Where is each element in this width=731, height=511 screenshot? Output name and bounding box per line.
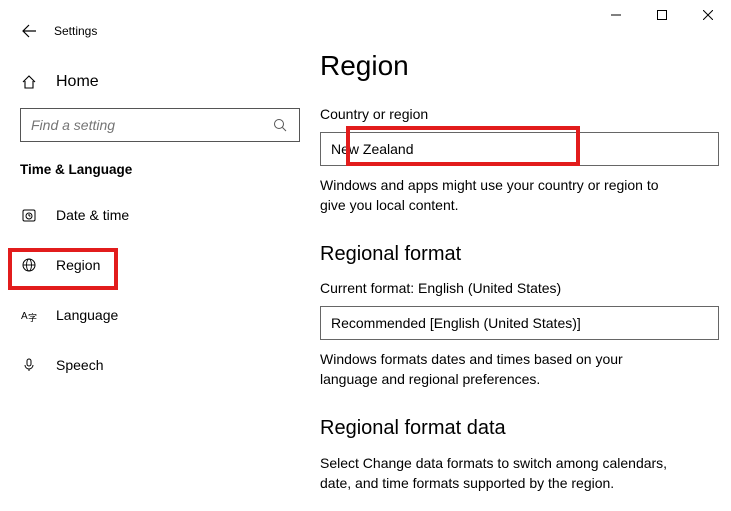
sidebar-item-language[interactable]: A字 Language <box>10 295 310 335</box>
maximize-button[interactable] <box>639 0 685 30</box>
minimize-button[interactable] <box>593 0 639 30</box>
country-dropdown[interactable]: New Zealand <box>320 132 719 166</box>
svg-text:A: A <box>21 311 28 322</box>
app-name-label: Settings <box>54 24 97 38</box>
search-icon <box>271 116 289 134</box>
format-data-heading: Regional format data <box>320 417 719 440</box>
sidebar-section-title: Time & Language <box>10 162 310 177</box>
sidebar-item-label: Region <box>56 257 100 273</box>
country-value: New Zealand <box>331 141 414 157</box>
regional-format-heading: Regional format <box>320 243 719 266</box>
format-value: Recommended [English (United States)] <box>331 315 581 331</box>
home-nav[interactable]: Home <box>10 62 310 102</box>
close-button[interactable] <box>685 0 731 30</box>
format-dropdown[interactable]: Recommended [English (United States)] <box>320 306 719 340</box>
svg-text:字: 字 <box>28 312 37 323</box>
sidebar-item-region[interactable]: Region <box>10 245 310 285</box>
country-label: Country or region <box>320 106 719 122</box>
search-field[interactable] <box>31 117 261 133</box>
page-title: Region <box>320 50 719 82</box>
search-input[interactable] <box>20 108 300 142</box>
language-icon: A字 <box>20 306 38 324</box>
format-helper: Windows formats dates and times based on… <box>320 350 675 389</box>
sidebar-item-label: Language <box>56 307 118 323</box>
country-helper: Windows and apps might use your country … <box>320 176 675 215</box>
format-data-helper: Select Change data formats to switch amo… <box>320 454 675 493</box>
microphone-icon <box>20 356 38 374</box>
sidebar-item-speech[interactable]: Speech <box>10 345 310 385</box>
back-arrow-icon[interactable] <box>20 22 38 40</box>
sidebar-item-label: Speech <box>56 357 103 373</box>
clock-icon <box>20 206 38 224</box>
home-icon <box>20 73 38 91</box>
sidebar-item-date-time[interactable]: Date & time <box>10 195 310 235</box>
globe-icon <box>20 256 38 274</box>
sidebar-item-label: Date & time <box>56 207 129 223</box>
current-format-label: Current format: English (United States) <box>320 280 719 296</box>
home-label: Home <box>56 73 99 91</box>
